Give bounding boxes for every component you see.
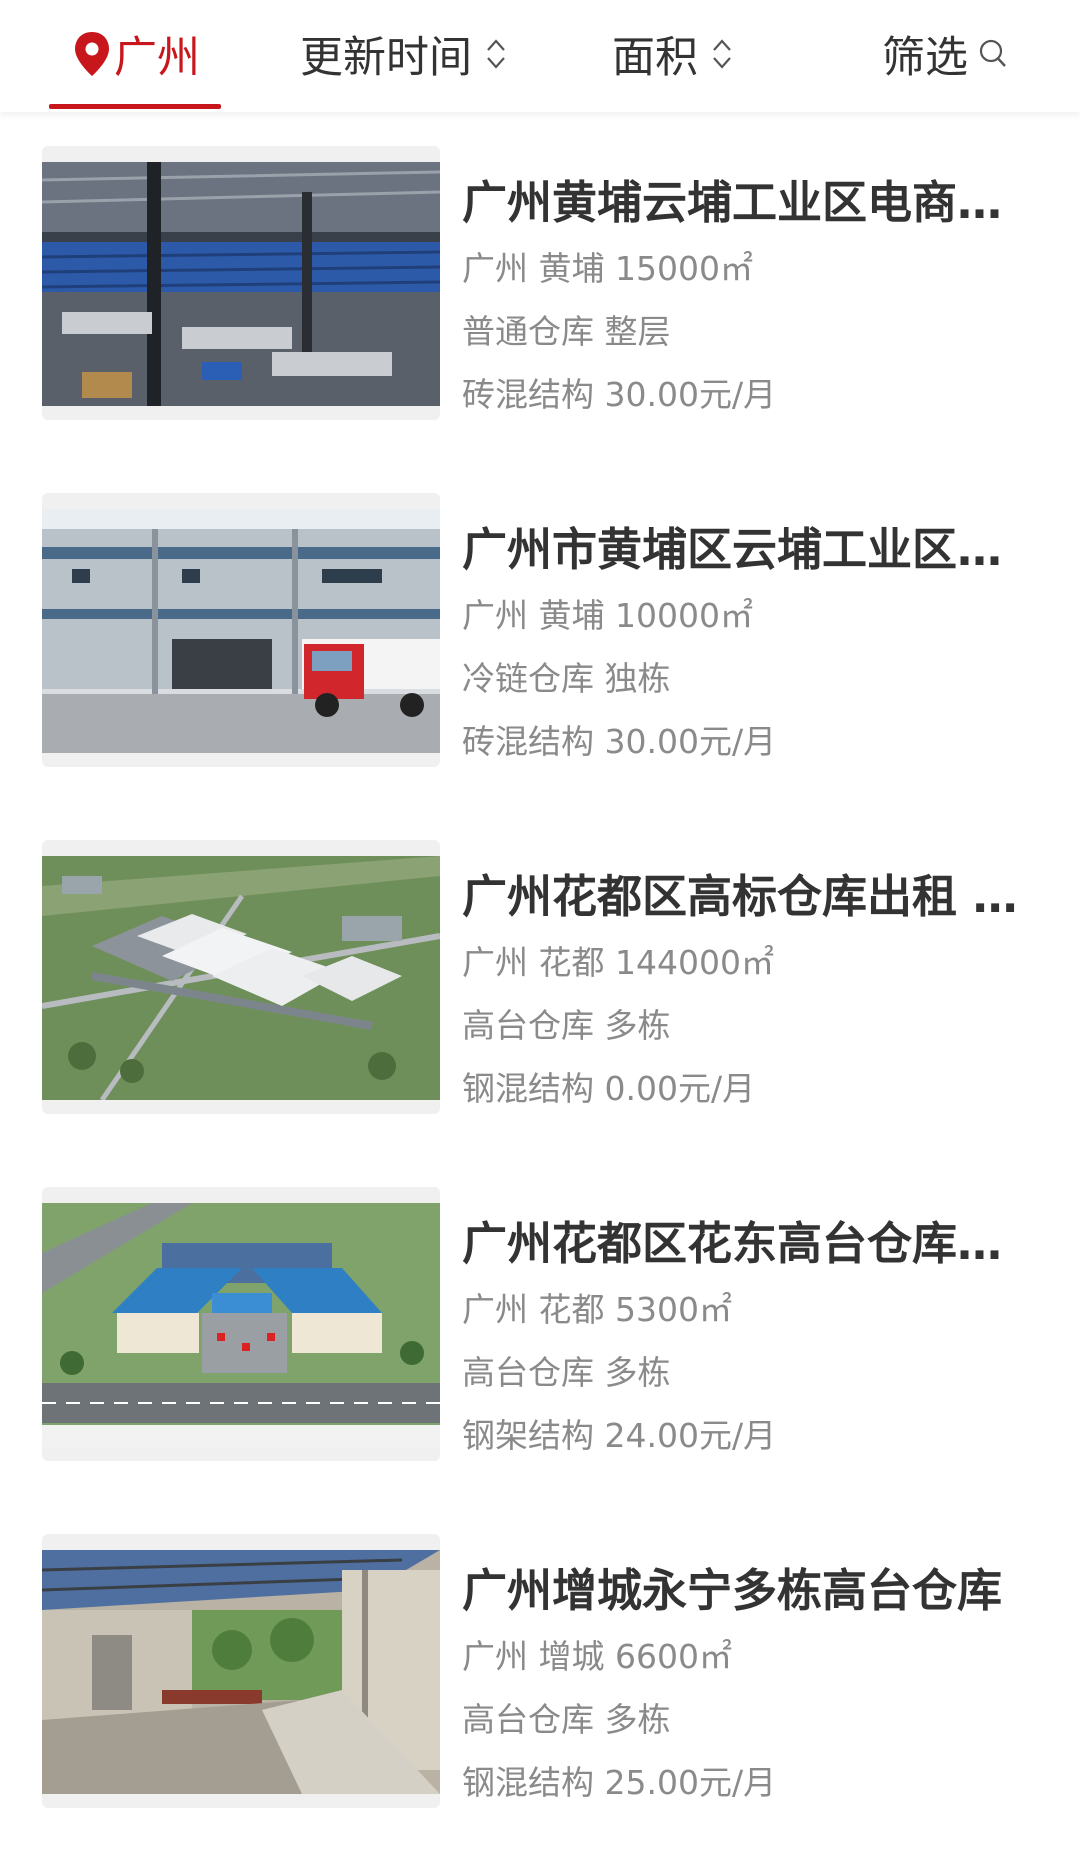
update-time-label: 更新时间 xyxy=(300,33,472,83)
listing-location-area: 广州 黄埔 10000㎡ xyxy=(462,596,753,635)
area-label: 面积 xyxy=(612,33,698,83)
listing-location-area: 广州 黄埔 15000㎡ xyxy=(462,249,753,288)
active-tab-underline xyxy=(49,104,221,109)
listing-title: 广州花都区花东高台仓库出租 xyxy=(462,1217,1022,1270)
location-pin-icon xyxy=(75,32,109,76)
listing-structure-price: 钢混结构 0.00元/月 xyxy=(462,1069,756,1108)
listing-title: 广州黄埔云埔工业区电商仓库 xyxy=(462,176,1022,229)
listing-structure-price: 砖混结构 30.00元/月 xyxy=(462,722,777,761)
listing-thumbnail[interactable] xyxy=(42,1187,440,1461)
listing-type: 普通仓库 整层 xyxy=(462,312,671,351)
listing-structure-price: 钢混结构 25.00元/月 xyxy=(462,1763,777,1802)
listing-card[interactable]: 广州增城永宁多栋高台仓库 广州 增城 6600㎡ 高台仓库 多栋 钢混结构 25… xyxy=(0,1534,1080,1824)
covered-loading-platform-image xyxy=(42,1550,440,1794)
sort-arrows-icon xyxy=(487,39,505,69)
listing-type: 高台仓库 多栋 xyxy=(462,1700,671,1739)
sort-by-area[interactable]: 面积 xyxy=(612,22,734,86)
listing-title: 广州花都区高标仓库出租 … xyxy=(462,870,1018,923)
listing-location-area: 广州 花都 144000㎡ xyxy=(462,943,774,982)
listing-thumbnail[interactable] xyxy=(42,840,440,1114)
filter-button[interactable]: 筛选 xyxy=(882,22,1008,86)
listing-type: 冷链仓库 独栋 xyxy=(462,659,671,698)
listing-card[interactable]: 广州黄埔云埔工业区电商仓库 广州 黄埔 15000㎡ 普通仓库 整层 砖混结构 … xyxy=(0,146,1080,436)
listing-thumbnail[interactable] xyxy=(42,1534,440,1808)
warehouse-interior-image xyxy=(42,162,440,406)
listing-structure-price: 砖混结构 30.00元/月 xyxy=(462,375,777,414)
listing-title: 广州市黄埔区云埔工业区冷链仓库 xyxy=(462,523,1022,576)
listing-title: 广州增城永宁多栋高台仓库 xyxy=(462,1564,1003,1617)
cold-chain-warehouse-image xyxy=(42,509,440,753)
city-selector[interactable]: 广州 xyxy=(72,22,200,86)
sort-arrows-icon xyxy=(713,39,731,69)
listing-type: 高台仓库 多栋 xyxy=(462,1006,671,1045)
logistics-park-aerial-image xyxy=(42,856,440,1100)
listing-structure-price: 钢架结构 24.00元/月 xyxy=(462,1416,777,1455)
filter-bar: 广州 更新时间 面积 筛选 xyxy=(0,0,1080,112)
city-label: 广州 xyxy=(114,33,200,83)
filter-label: 筛选 xyxy=(882,33,968,83)
listing-card[interactable]: 广州花都区花东高台仓库出租 广州 花都 5300㎡ 高台仓库 多栋 钢架结构 2… xyxy=(0,1187,1080,1477)
listing-card[interactable]: 广州市黄埔区云埔工业区冷链仓库 广州 黄埔 10000㎡ 冷链仓库 独栋 砖混结… xyxy=(0,493,1080,783)
listing-location-area: 广州 花都 5300㎡ xyxy=(462,1290,732,1329)
listing-card[interactable]: 广州花都区高标仓库出租 … 广州 花都 144000㎡ 高台仓库 多栋 钢混结构… xyxy=(0,840,1080,1130)
listing-type: 高台仓库 多栋 xyxy=(462,1353,671,1392)
listing-location-area: 广州 增城 6600㎡ xyxy=(462,1637,732,1676)
blue-roof-warehouse-rendering-image xyxy=(42,1203,440,1447)
search-icon xyxy=(979,39,1006,67)
sort-by-update-time[interactable]: 更新时间 xyxy=(300,22,508,86)
listing-thumbnail[interactable] xyxy=(42,146,440,420)
listing-thumbnail[interactable] xyxy=(42,493,440,767)
